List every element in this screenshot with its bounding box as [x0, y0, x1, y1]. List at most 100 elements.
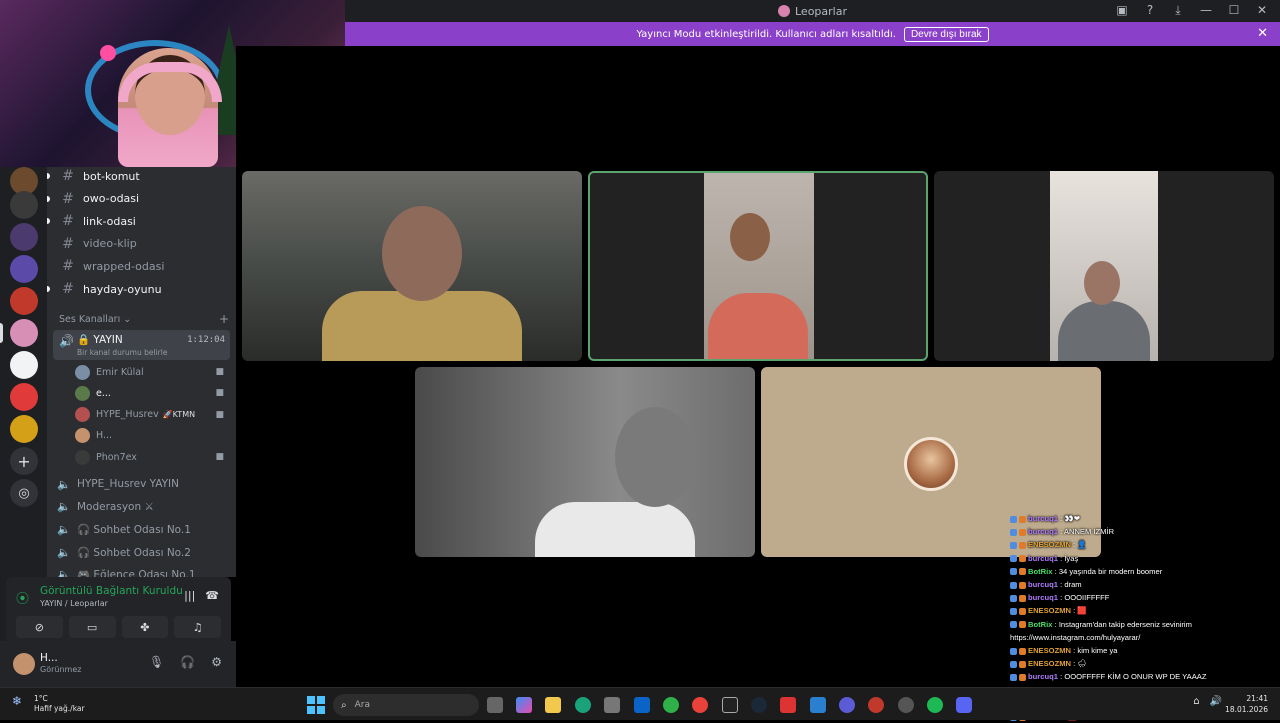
disconnect-icon[interactable]: ☎ [205, 589, 219, 602]
voice-channels-header[interactable]: Ses Kanalları ⌄ + [59, 312, 229, 326]
hash-icon: # [62, 235, 74, 252]
text-channel-owo-odasi[interactable]: # owo-odasi [47, 188, 236, 210]
server-icon[interactable] [10, 415, 38, 443]
chat-text: : İyaş [1060, 553, 1079, 563]
search-box[interactable]: ⌕ Ara [333, 694, 479, 716]
voice-member[interactable]: Phon7ex ■ [75, 447, 230, 467]
app-icon[interactable] [810, 697, 826, 713]
screen-share-button[interactable]: ▭ [68, 616, 116, 638]
channel-status[interactable]: Bir kanal durumu belirle [77, 348, 167, 357]
voice-channel[interactable]: 🔈 🎧 Sohbet Odası No.1 [57, 518, 232, 540]
user-badge-icon [1019, 515, 1026, 523]
close-window-icon[interactable]: ✕ [1254, 3, 1270, 18]
active-server-indicator [0, 323, 3, 343]
camera-off-button[interactable]: ⊘ [16, 616, 63, 638]
discord-icon[interactable] [956, 697, 972, 713]
window-title: Leoparlar [795, 4, 847, 18]
voice-member[interactable]: H... [75, 426, 230, 446]
settings-gear-icon[interactable]: ⚙ [211, 655, 222, 669]
chat-username: burcuq1 [1028, 672, 1058, 682]
platform-badge-icon [1010, 581, 1017, 589]
chrome-icon[interactable] [692, 697, 708, 713]
connection-channel[interactable]: YAYIN / Leoparlar [40, 599, 108, 608]
voice-channel[interactable]: 🔈 Moderasyon ⚔ [57, 496, 232, 518]
microphone-icon[interactable]: 🎙 [149, 655, 164, 669]
video-tile-speaking[interactable] [588, 171, 928, 361]
server-icon[interactable] [10, 191, 38, 219]
chat-message: burcuq1 : İyaş [1010, 552, 1260, 565]
text-channel-wrapped-odasi[interactable]: # wrapped-odasi [47, 255, 236, 277]
text-channel-link-odasi[interactable]: # link-odasi [47, 210, 236, 232]
text-channel-bot-komut[interactable]: # bot-komut [47, 167, 236, 187]
video-tile[interactable] [242, 171, 582, 361]
app-icon[interactable] [868, 697, 884, 713]
active-voice-channel[interactable]: 🔊 🔒 YAYIN 1:12:04 Bir kanal durumu belir… [53, 330, 230, 360]
weather-icon[interactable]: ❄ [12, 694, 22, 708]
camera-icon: ■ [215, 452, 224, 463]
add-server-icon[interactable]: + [10, 447, 38, 475]
headphones-icon[interactable]: 🎧 [180, 655, 195, 669]
user-badge-icon [1019, 673, 1026, 681]
xbox-icon[interactable] [663, 697, 679, 713]
camera-icon: ■ [215, 388, 224, 399]
voice-channel[interactable]: 🔈 🎮 Eğlence Odası No.1 [57, 564, 232, 577]
spotify-icon[interactable] [927, 697, 943, 713]
volume-icon[interactable]: 🔊 [1210, 696, 1222, 707]
add-channel-icon[interactable]: + [219, 312, 229, 326]
chat-text: : 👤 [1073, 540, 1087, 550]
connection-status[interactable]: Görüntülü Bağlantı Kuruldu [40, 585, 183, 597]
voice-channel[interactable]: 🔈 HYPE_Husrev YAYIN [57, 473, 232, 495]
epic-games-icon[interactable] [722, 697, 738, 713]
text-channel-video-klip[interactable]: # video-klip [47, 233, 236, 255]
file-explorer-icon[interactable] [545, 697, 561, 713]
soundboard-button[interactable]: ♫ [174, 616, 221, 638]
close-banner-icon[interactable]: ✕ [1257, 26, 1268, 41]
search-icon: ⌕ [341, 699, 347, 711]
copilot-icon[interactable] [516, 697, 532, 713]
voice-member[interactable]: HYPE_Husrev 🚀KTMN ■ [75, 405, 230, 425]
server-icon-leoparlar[interactable] [10, 319, 38, 347]
inbox-icon[interactable]: ▣ [1114, 3, 1130, 18]
avatar [75, 385, 90, 401]
disable-streamer-mode-button[interactable]: Devre dışı bırak [903, 26, 989, 42]
edge-icon[interactable] [575, 697, 591, 713]
task-view-icon[interactable] [487, 697, 503, 713]
channel-label: wrapped-odasi [83, 259, 165, 273]
server-icon[interactable] [10, 351, 38, 379]
start-button[interactable] [307, 696, 325, 714]
avatar[interactable] [13, 653, 35, 675]
chat-username: ENESOZMN [1028, 646, 1072, 656]
clock[interactable]: 21:41 18.01.2026 [1225, 693, 1268, 715]
video-tile[interactable] [415, 367, 755, 557]
noise-suppression-icon[interactable]: ||| [184, 589, 195, 602]
voice-channel-label: 🎧 Sohbet Odası No.1 [77, 523, 191, 536]
minimize-icon[interactable]: — [1198, 3, 1214, 18]
outlook-icon[interactable] [634, 697, 650, 713]
network-icon[interactable]: ⌂ [1193, 696, 1199, 707]
title-bar: Leoparlar ▣ ? ⤓ — ☐ ✕ [345, 0, 1280, 22]
server-icon[interactable] [10, 287, 38, 315]
voice-channel[interactable]: 🔈 🎧 Sohbet Odası No.2 [57, 541, 232, 563]
download-icon[interactable]: ⤓ [1170, 3, 1186, 18]
app-icon[interactable] [839, 697, 855, 713]
weather-widget[interactable]: 1°C Hafif yağ./kar [34, 694, 85, 714]
store-icon[interactable] [604, 697, 620, 713]
unread-indicator [47, 195, 50, 202]
server-icon[interactable] [10, 383, 38, 411]
username[interactable]: H... [40, 652, 58, 664]
voice-member[interactable]: e... ■ [75, 383, 230, 403]
maximize-icon[interactable]: ☐ [1226, 3, 1242, 18]
discover-icon[interactable]: ◎ [10, 479, 38, 507]
voice-member[interactable]: Emir Külal ■ [75, 362, 230, 382]
steam-icon[interactable] [751, 697, 767, 713]
video-tile[interactable] [934, 171, 1274, 361]
app-icon[interactable] [898, 697, 914, 713]
text-channel-hayday-oyunu[interactable]: # hayday-oyunu [47, 278, 236, 300]
server-icon[interactable] [10, 255, 38, 283]
server-icon[interactable] [10, 223, 38, 251]
app-icon[interactable] [780, 697, 796, 713]
chat-text: : OOOIIFFFFF [1060, 593, 1110, 603]
activities-button[interactable]: ✤ [121, 616, 169, 638]
voice-connection-panel: ⦿ Görüntülü Bağlantı Kuruldu YAYIN / Leo… [6, 577, 231, 641]
help-icon[interactable]: ? [1142, 3, 1158, 18]
